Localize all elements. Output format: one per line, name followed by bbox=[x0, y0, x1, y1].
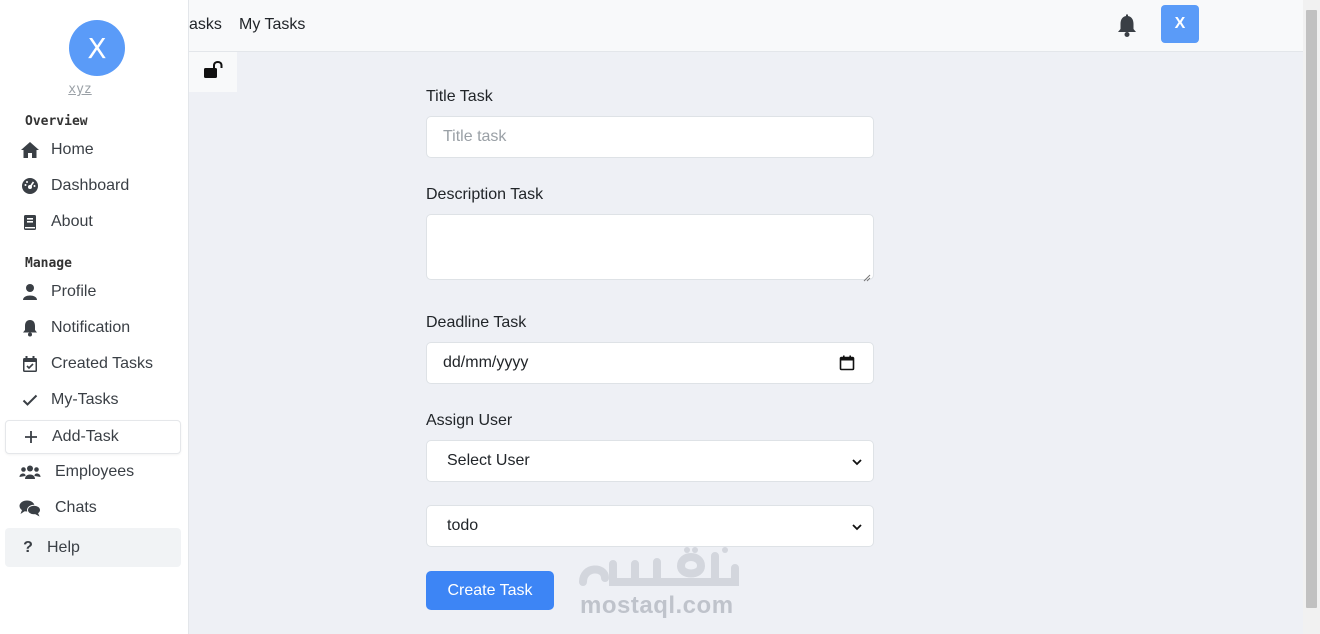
create-task-button[interactable]: Create Task bbox=[426, 571, 554, 610]
check-icon bbox=[19, 389, 41, 411]
sidebar-item-label: Chats bbox=[55, 499, 97, 516]
sidebar-item-dashboard[interactable]: Dashboard bbox=[5, 169, 181, 203]
sidebar-item-label: Notification bbox=[51, 319, 131, 336]
deadline-date-value: dd/mm/yyyy bbox=[443, 354, 529, 371]
avatar-letter: X bbox=[87, 31, 107, 65]
sidebar-item-label: Profile bbox=[51, 283, 97, 300]
sidebar-item-my-tasks[interactable]: My-Tasks bbox=[5, 383, 181, 417]
chevron-down-icon bbox=[851, 455, 863, 467]
sidebar-item-label: Help bbox=[47, 538, 80, 556]
sidebar-item-label: About bbox=[51, 213, 93, 230]
section-overview: Overview bbox=[25, 114, 88, 129]
unlock-icon bbox=[203, 60, 223, 84]
resize-handle-icon[interactable] bbox=[863, 269, 871, 282]
sidebar-item-profile[interactable]: Profile bbox=[5, 275, 181, 309]
sidebar-item-label: Home bbox=[51, 141, 94, 158]
sidebar-item-label: Add-Task bbox=[52, 428, 119, 445]
deadline-task-label: Deadline Task bbox=[426, 314, 527, 331]
sidebar-item-help[interactable]: ? Help bbox=[5, 528, 181, 567]
username-link[interactable]: xyz bbox=[0, 82, 160, 97]
nav-link-tasks[interactable]: asks bbox=[189, 16, 222, 34]
deadline-date-input[interactable]: dd/mm/yyyy bbox=[426, 342, 874, 384]
status-selected: todo bbox=[447, 517, 479, 534]
calendar-check-icon bbox=[19, 353, 41, 375]
chevron-down-icon bbox=[851, 520, 863, 532]
user-avatar[interactable]: X bbox=[69, 20, 125, 76]
calendar-icon[interactable] bbox=[839, 355, 855, 371]
title-task-input[interactable]: Title task bbox=[426, 116, 874, 158]
sidebar-item-chats[interactable]: Chats bbox=[5, 491, 181, 525]
nav-link-my-tasks[interactable]: My Tasks bbox=[239, 16, 305, 34]
assign-user-label: Assign User bbox=[426, 412, 513, 429]
book-icon bbox=[19, 211, 41, 233]
section-manage: Manage bbox=[25, 256, 72, 271]
notification-bell-icon[interactable] bbox=[1116, 14, 1138, 38]
plus-icon bbox=[20, 426, 42, 448]
top-avatar-letter: X bbox=[1174, 15, 1186, 32]
create-task-label: Create Task bbox=[447, 581, 533, 599]
scrollbar-thumb[interactable] bbox=[1306, 10, 1317, 608]
vertical-scrollbar[interactable] bbox=[1303, 0, 1320, 634]
watermark-text: mostaql.com bbox=[580, 592, 734, 619]
comments-icon bbox=[19, 497, 41, 519]
sidebar-item-label: Created Tasks bbox=[51, 355, 153, 372]
sidebar-item-about[interactable]: About bbox=[5, 205, 181, 239]
title-task-placeholder: Title task bbox=[443, 128, 507, 145]
question-icon: ? bbox=[23, 538, 33, 556]
top-user-avatar[interactable]: X bbox=[1161, 5, 1199, 43]
description-task-textarea[interactable] bbox=[426, 214, 874, 282]
description-task-label: Description Task bbox=[426, 186, 544, 203]
top-navbar: asks My Tasks X bbox=[189, 0, 1303, 52]
sidebar-item-employees[interactable]: Employees bbox=[5, 455, 181, 489]
user-icon bbox=[19, 281, 41, 303]
sidebar-item-created-tasks[interactable]: Created Tasks bbox=[5, 347, 181, 381]
sidebar-item-label: Employees bbox=[55, 463, 135, 480]
sidebar-item-label: My-Tasks bbox=[51, 391, 119, 408]
sidebar-item-home[interactable]: Home bbox=[5, 133, 181, 167]
assign-user-selected: Select User bbox=[447, 452, 530, 469]
home-icon bbox=[19, 139, 41, 161]
sidebar: X xyz Overview Home Dashboard About Mana… bbox=[0, 0, 189, 634]
title-task-label: Title Task bbox=[426, 88, 493, 105]
assign-user-select[interactable]: Select User bbox=[426, 440, 874, 482]
gauge-icon bbox=[19, 175, 41, 197]
status-select[interactable]: todo bbox=[426, 505, 874, 547]
bell-icon bbox=[19, 317, 41, 339]
users-icon bbox=[19, 461, 41, 483]
sidebar-item-add-task[interactable]: Add-Task bbox=[5, 420, 181, 454]
sidebar-item-label: Dashboard bbox=[51, 177, 130, 194]
sidebar-item-notification[interactable]: Notification bbox=[5, 311, 181, 345]
lock-toggle[interactable] bbox=[189, 52, 237, 92]
